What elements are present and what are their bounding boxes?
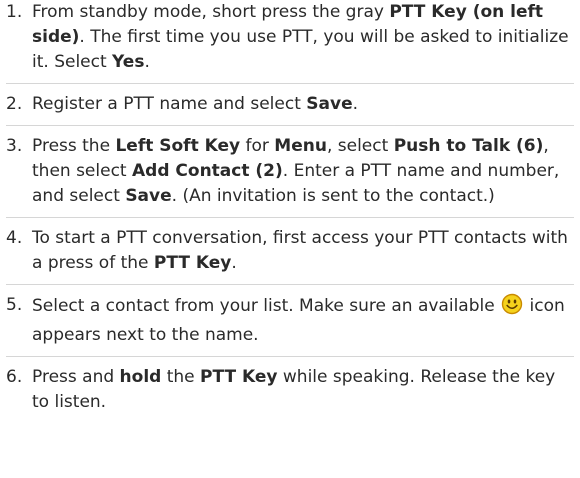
step-text: . xyxy=(231,253,237,273)
emphasis-label: hold xyxy=(119,367,162,387)
step-text: . (An invitation is sent to the contact.… xyxy=(171,186,495,206)
step-4: 4. To start a PTT conversation, first ac… xyxy=(6,226,574,285)
step-text: Select a contact from your list. Make su… xyxy=(32,296,501,316)
key-label: PTT Key xyxy=(200,367,278,387)
key-label: Left Soft Key xyxy=(115,136,241,156)
step-number: 5. xyxy=(6,295,23,315)
step-text: , select xyxy=(326,136,394,156)
step-text: To start a PTT conversation, first acces… xyxy=(32,228,568,273)
step-3: 3. Press the Left Soft Key for Menu, sel… xyxy=(6,134,574,218)
step-text: Press the xyxy=(32,136,116,156)
step-number: 6. xyxy=(6,367,23,387)
step-1: 1. From standby mode, short press the gr… xyxy=(6,0,574,84)
step-number: 2. xyxy=(6,94,23,114)
option-label: Save xyxy=(306,94,353,114)
option-label: Yes xyxy=(112,52,145,72)
menu-item-label: Push to Talk (6) xyxy=(393,136,544,156)
instruction-list: 1. From standby mode, short press the gr… xyxy=(6,0,574,431)
step-number: 4. xyxy=(6,228,23,248)
step-number: 3. xyxy=(6,136,23,156)
step-text: . xyxy=(144,52,150,72)
step-number: 1. xyxy=(6,2,23,22)
step-text: for xyxy=(240,136,275,156)
smiley-available-icon xyxy=(501,293,523,323)
step-6: 6. Press and hold the PTT Key while spea… xyxy=(6,365,574,423)
menu-item-label: Add Contact (2) xyxy=(132,161,283,181)
step-2: 2. Register a PTT name and select Save. xyxy=(6,92,574,126)
menu-label: Menu xyxy=(274,136,327,156)
step-text: Register a PTT name and select xyxy=(32,94,307,114)
option-label: Save xyxy=(125,186,172,206)
step-text: the xyxy=(161,367,201,387)
key-label: PTT Key xyxy=(153,253,232,273)
step-text: From standby mode, short press the gray xyxy=(32,2,390,22)
step-text: Press and xyxy=(32,367,120,387)
step-5: 5. Select a contact from your list. Make… xyxy=(6,293,574,357)
step-text: . xyxy=(352,94,358,114)
